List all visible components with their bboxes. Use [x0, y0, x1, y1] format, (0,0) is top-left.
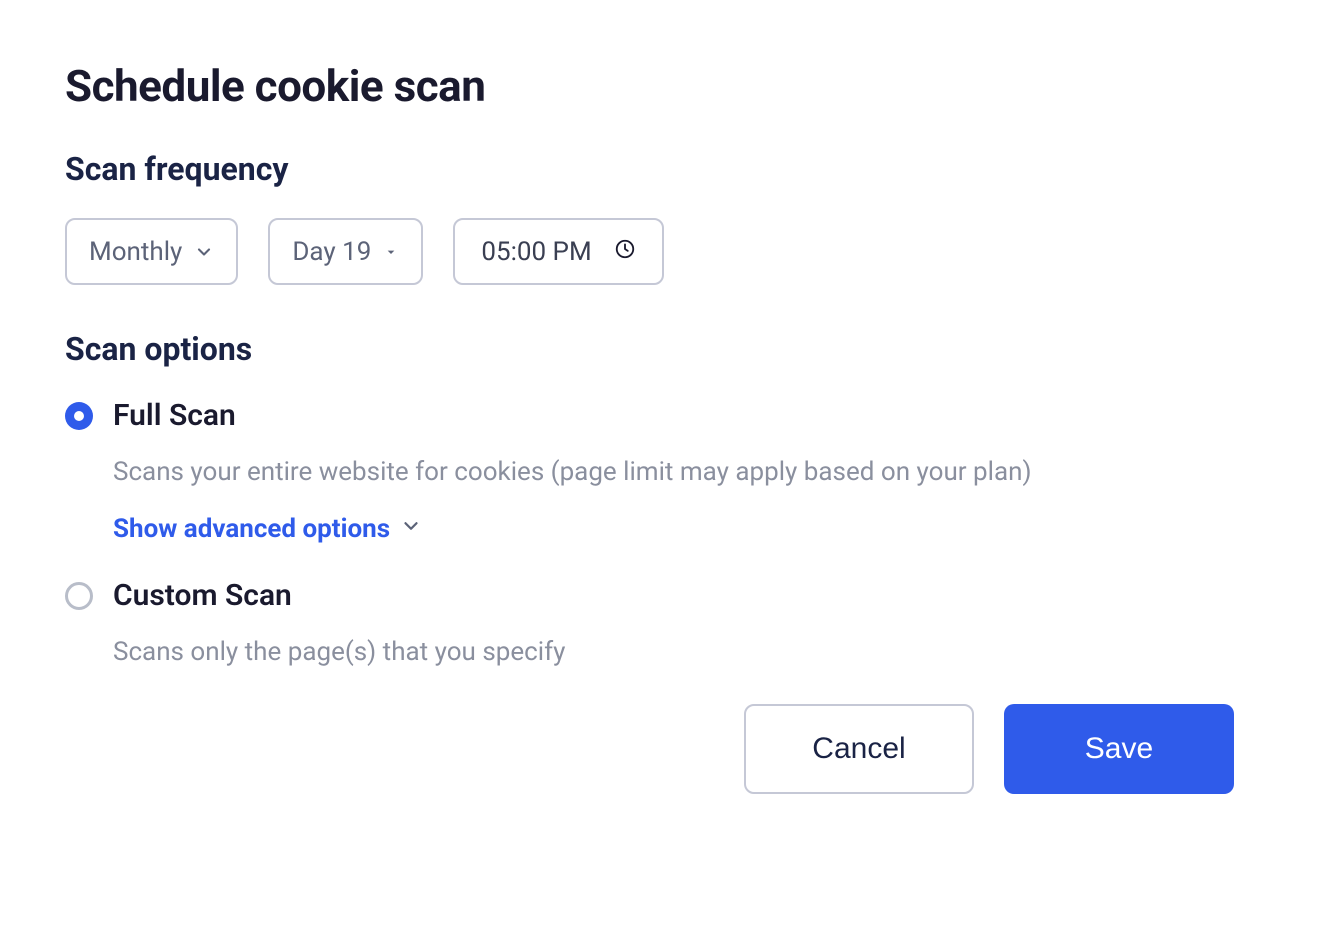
advanced-options-label: Show advanced options [113, 514, 390, 544]
day-select[interactable]: Day 19 [268, 218, 423, 285]
cancel-button[interactable]: Cancel [744, 704, 974, 794]
chevron-down-icon [194, 242, 214, 262]
full-scan-description: Scans your entire website for cookies (p… [113, 455, 1259, 490]
custom-scan-description: Scans only the page(s) that you specify [113, 635, 1259, 670]
full-scan-option: Full Scan Scans your entire website for … [65, 398, 1259, 544]
time-value: 05:00 PM [481, 239, 591, 265]
save-button[interactable]: Save [1004, 704, 1234, 794]
clock-icon [614, 238, 636, 265]
caret-down-icon [383, 244, 399, 260]
dialog-footer: Cancel Save [65, 704, 1259, 794]
frequency-controls: Monthly Day 19 05:00 PM [65, 218, 1259, 285]
full-scan-radio[interactable] [65, 402, 93, 430]
time-select[interactable]: 05:00 PM [453, 218, 663, 285]
full-scan-label: Full Scan [113, 398, 236, 433]
interval-value: Monthly [89, 239, 182, 265]
show-advanced-options-link[interactable]: Show advanced options [113, 514, 422, 544]
chevron-down-icon [400, 514, 422, 544]
page-title: Schedule cookie scan [65, 60, 1259, 112]
custom-scan-radio[interactable] [65, 582, 93, 610]
custom-scan-label: Custom Scan [113, 578, 292, 613]
day-value: Day 19 [292, 239, 371, 265]
radio-dot-icon [74, 411, 84, 421]
custom-scan-option: Custom Scan Scans only the page(s) that … [65, 578, 1259, 670]
interval-select[interactable]: Monthly [65, 218, 238, 285]
scan-frequency-heading: Scan frequency [65, 150, 1259, 188]
scan-options-heading: Scan options [65, 330, 1259, 368]
